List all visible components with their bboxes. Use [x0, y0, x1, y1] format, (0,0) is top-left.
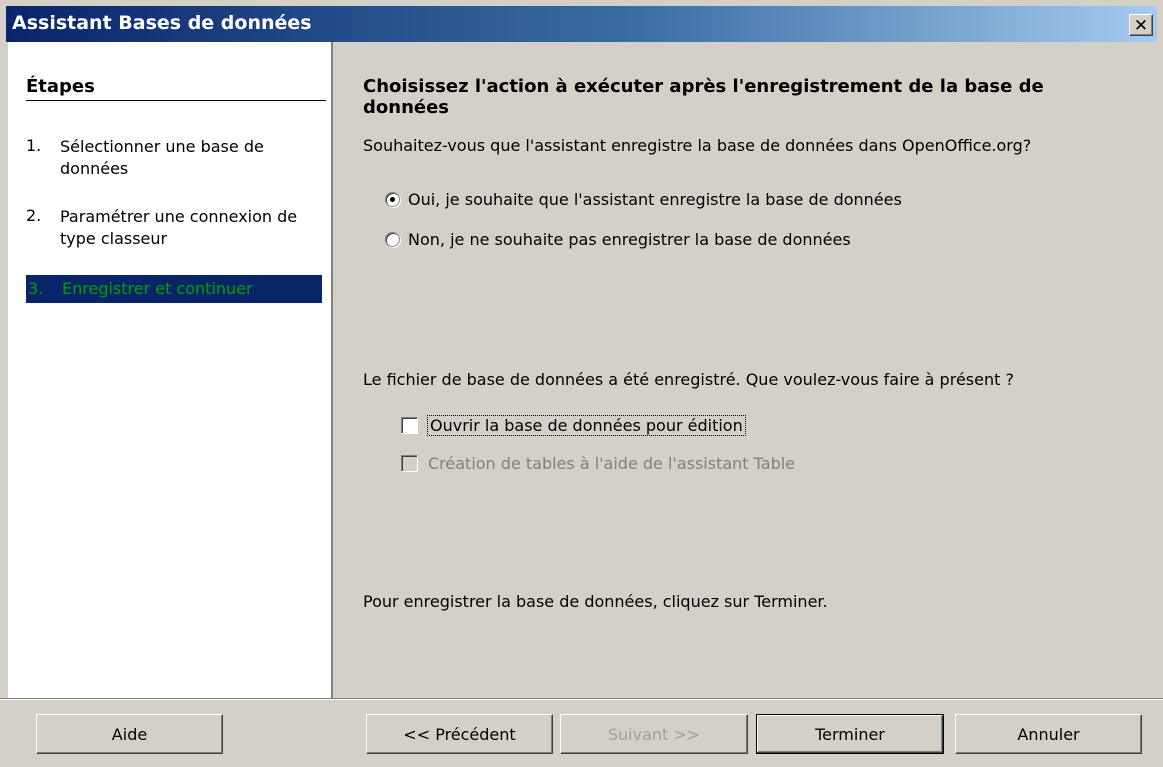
saved-message: Le fichier de base de données a été enre…	[363, 370, 1014, 389]
cancel-button[interactable]: Annuler	[955, 714, 1142, 754]
button-bar: Aide << Précédent Suivant >> Terminer An…	[0, 698, 1163, 767]
help-button[interactable]: Aide	[36, 714, 223, 754]
checkbox-box	[401, 455, 418, 472]
page-title: Choisissez l'action à exécuter après l'e…	[363, 76, 1044, 118]
previous-button[interactable]: << Précédent	[366, 714, 553, 754]
steps-panel: Étapes 1. Sélectionner une base de donné…	[8, 42, 333, 698]
database-wizard-dialog: Assistant Bases de données ✕ Étapes 1. S…	[0, 0, 1163, 767]
radio-label: Non, je ne souhaite pas enregistrer la b…	[408, 230, 851, 249]
checkbox-box[interactable]	[401, 417, 418, 434]
close-button[interactable]: ✕	[1129, 14, 1153, 36]
step-label: Enregistrer et continuer	[62, 279, 253, 298]
radio-button-unchecked[interactable]	[385, 232, 400, 247]
steps-heading: Étapes	[26, 76, 326, 101]
radio-button-checked[interactable]	[385, 192, 400, 207]
radio-label: Oui, je souhaite que l'assistant enregis…	[408, 190, 902, 209]
radio-register-no[interactable]: Non, je ne souhaite pas enregistrer la b…	[385, 230, 851, 249]
step-item-save-and-continue[interactable]: 3. Enregistrer et continuer	[26, 275, 322, 303]
finish-hint: Pour enregistrer la base de données, cli…	[363, 592, 828, 611]
finish-button[interactable]: Terminer	[756, 714, 944, 754]
window-title: Assistant Bases de données	[12, 12, 312, 34]
step-item-configure-connection[interactable]: 2. Paramétrer une connexion de type clas…	[26, 206, 322, 250]
checkbox-label: Création de tables à l'aide de l'assista…	[428, 454, 796, 473]
step-label: Sélectionner une base de données	[60, 137, 264, 178]
checkbox-open-for-editing[interactable]: Ouvrir la base de données pour édition	[401, 415, 746, 436]
step-label: Paramétrer une connexion de type classeu…	[60, 207, 298, 248]
step-item-select-database[interactable]: 1. Sélectionner une base de données	[26, 136, 322, 180]
register-question: Souhaitez-vous que l'assistant enregistr…	[363, 136, 1032, 155]
step-number: 2.	[26, 206, 42, 225]
title-bar[interactable]: Assistant Bases de données ✕	[6, 6, 1157, 42]
checkbox-label: Ouvrir la base de données pour édition	[427, 415, 746, 436]
checkbox-create-tables-disabled: Création de tables à l'aide de l'assista…	[401, 454, 795, 473]
content-panel: Choisissez l'action à exécuter après l'e…	[335, 42, 1157, 698]
step-number: 1.	[26, 136, 42, 155]
next-button: Suivant >>	[560, 714, 748, 754]
step-number: 3.	[28, 279, 44, 298]
radio-register-yes[interactable]: Oui, je souhaite que l'assistant enregis…	[385, 190, 902, 209]
close-icon: ✕	[1133, 15, 1149, 35]
